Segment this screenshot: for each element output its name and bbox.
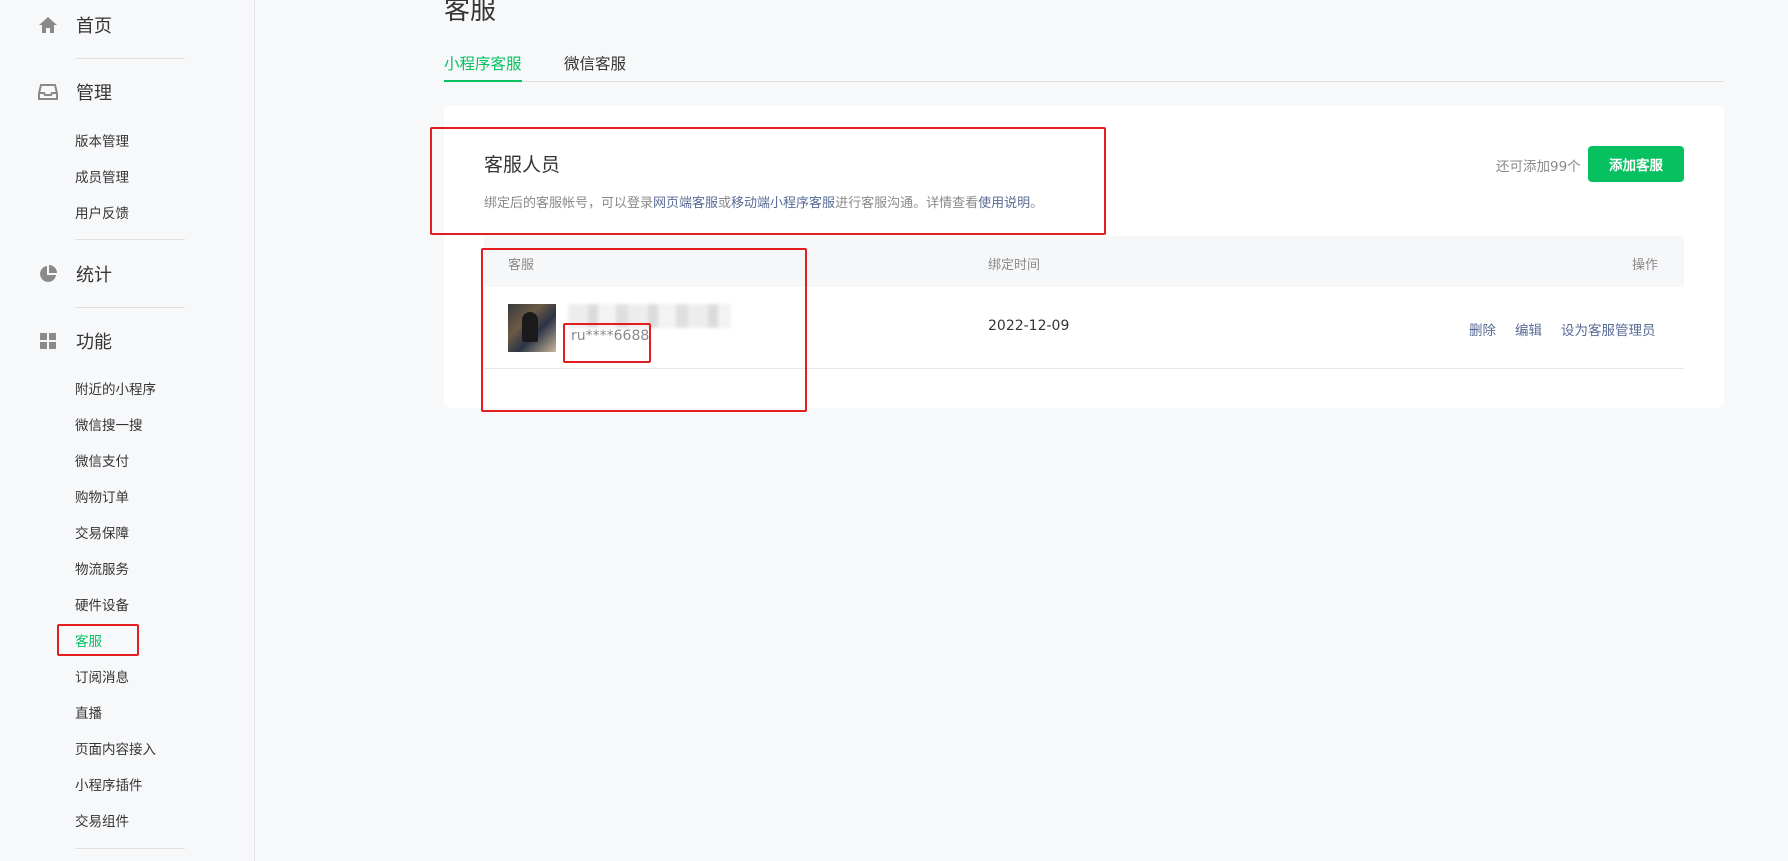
col-header-service: 客服: [508, 258, 535, 273]
page-title: 客服: [444, 0, 497, 26]
divider: [75, 58, 185, 59]
row-divider: [484, 368, 1684, 369]
divider: [75, 307, 185, 308]
desc-text: 。: [1030, 196, 1044, 211]
col-header-bind-time: 绑定时间: [988, 258, 1041, 273]
sidebar-item-plugins[interactable]: 小程序插件: [75, 776, 143, 796]
service-account: ru****6688: [571, 328, 650, 344]
nav-manage[interactable]: 管理: [36, 80, 112, 104]
sidebar-item-content[interactable]: 页面内容接入: [75, 740, 156, 760]
grid-icon: [36, 329, 60, 353]
sidebar-item-search[interactable]: 微信搜一搜: [75, 416, 143, 436]
quota-text: 还可添加99个: [1496, 159, 1581, 175]
nav-manage-label: 管理: [76, 83, 112, 104]
tab-miniprogram-service[interactable]: 小程序客服: [444, 53, 522, 82]
inbox-icon: [36, 80, 60, 104]
mobile-service-link[interactable]: 移动端小程序客服: [731, 196, 835, 211]
set-admin-link[interactable]: 设为客服管理员: [1561, 319, 1656, 339]
divider: [75, 239, 185, 240]
delete-link[interactable]: 删除: [1469, 319, 1496, 339]
add-service-button[interactable]: 添加客服: [1588, 146, 1684, 182]
sidebar-item-nearby[interactable]: 附近的小程序: [75, 380, 156, 400]
help-link[interactable]: 使用说明: [978, 196, 1030, 211]
section-description: 绑定后的客服帐号，可以登录网页端客服或移动端小程序客服进行客服沟通。详情查看使用…: [484, 192, 1043, 211]
sidebar-item-orders[interactable]: 购物订单: [75, 488, 129, 508]
bind-time: 2022-12-09: [988, 318, 1070, 334]
edit-link[interactable]: 编辑: [1515, 319, 1542, 339]
sidebar-item-members[interactable]: 成员管理: [75, 168, 129, 188]
nav-stats[interactable]: 统计: [36, 262, 112, 286]
sidebar-item-live[interactable]: 直播: [75, 704, 102, 724]
divider: [75, 848, 185, 849]
tab-bar: 小程序客服 微信客服: [444, 53, 1724, 82]
section-title: 客服人员: [484, 154, 561, 176]
blurred-nickname: [568, 304, 731, 328]
sidebar-item-version[interactable]: 版本管理: [75, 132, 129, 152]
nav-stats-label: 统计: [76, 265, 112, 286]
nav-features[interactable]: 功能: [36, 329, 112, 353]
desc-text: 绑定后的客服帐号，可以登录: [484, 196, 654, 211]
sidebar-item-customer-service[interactable]: 客服: [75, 632, 102, 652]
avatar: [508, 304, 556, 352]
col-header-actions: 操作: [1632, 258, 1659, 273]
sidebar: 首页 管理 版本管理 成员管理 用户反馈 统计 功能 附近的小程序 微信搜一搜 …: [0, 0, 255, 861]
sidebar-item-guarantee[interactable]: 交易保障: [75, 524, 129, 544]
nav-home-label: 首页: [76, 16, 112, 37]
tab-wechat-service[interactable]: 微信客服: [564, 53, 626, 82]
sidebar-item-trade[interactable]: 交易组件: [75, 812, 129, 832]
desc-text: 进行客服沟通。详情查看: [835, 196, 979, 211]
sidebar-item-subscribe[interactable]: 订阅消息: [75, 668, 129, 688]
sidebar-item-pay[interactable]: 微信支付: [75, 452, 129, 472]
pie-chart-icon: [36, 262, 60, 286]
table-header: [484, 236, 1684, 287]
sidebar-item-hardware[interactable]: 硬件设备: [75, 596, 129, 616]
web-service-link[interactable]: 网页端客服: [653, 196, 718, 211]
nav-home[interactable]: 首页: [36, 13, 112, 37]
sidebar-item-feedback[interactable]: 用户反馈: [75, 204, 129, 224]
nav-features-label: 功能: [76, 332, 112, 353]
sidebar-item-logistics[interactable]: 物流服务: [75, 560, 129, 580]
desc-text: 或: [718, 196, 732, 211]
home-icon: [36, 13, 60, 37]
